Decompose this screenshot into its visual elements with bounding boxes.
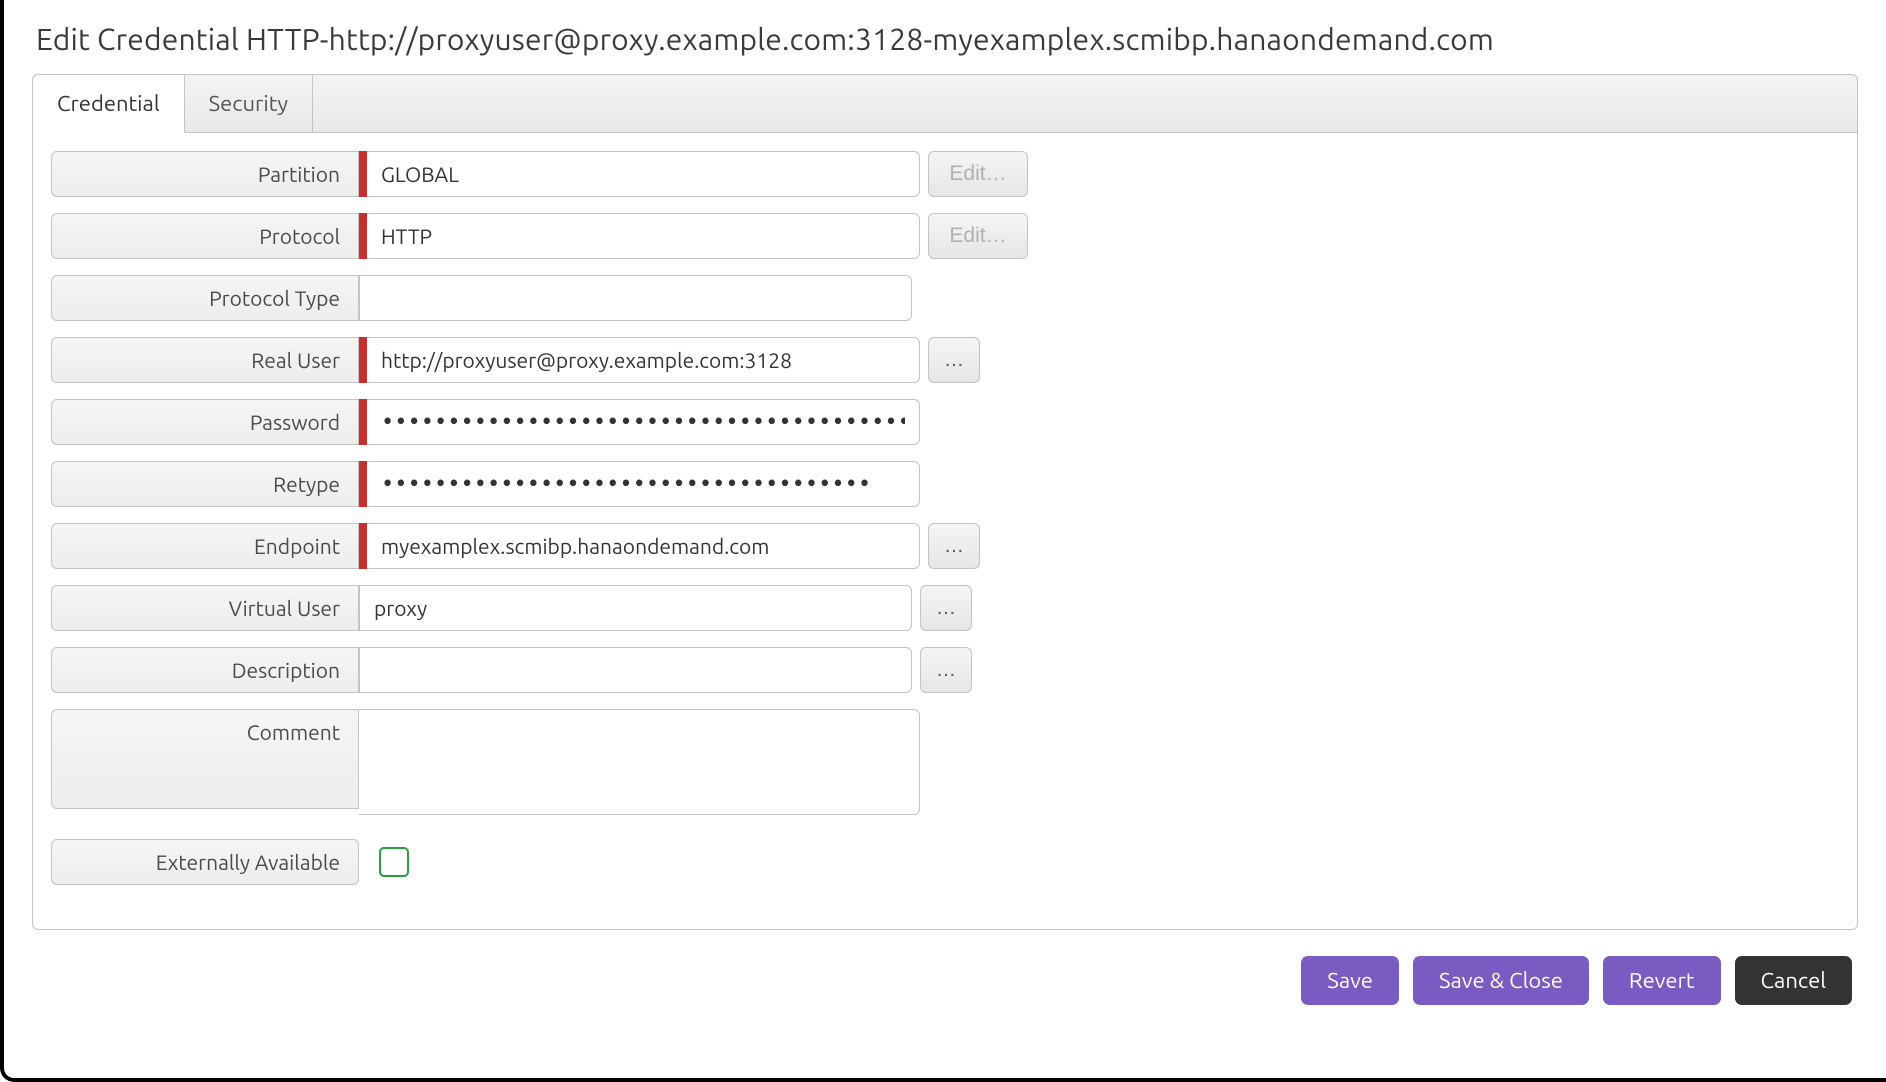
required-indicator [359,399,367,445]
field-protocol[interactable] [367,213,920,259]
input-comment[interactable] [373,720,905,800]
field-comment[interactable] [359,709,920,815]
save-button[interactable]: Save [1301,956,1399,1005]
checkbox-externally-available[interactable] [379,847,409,877]
input-virtual-user[interactable] [374,596,897,620]
browse-description-button[interactable]: … [920,647,972,693]
browse-button-label: … [944,535,964,558]
button-bar: Save Save & Close Revert Cancel [32,956,1858,1005]
tab-security[interactable]: Security [185,75,313,132]
row-protocol-type: Protocol Type [51,275,1839,321]
input-description[interactable] [374,658,897,682]
row-description: Description … [51,647,1839,693]
row-password: Password •••••••••••••••••••••••••••••••… [51,399,1839,445]
save-button-label: Save [1327,968,1373,993]
tab-bar: Credential Security [33,75,1857,133]
browse-endpoint-button[interactable]: … [928,523,980,569]
row-virtual-user: Virtual User … [51,585,1839,631]
tab-body-credential: Partition Edit… Protocol Edit… [33,133,1857,929]
required-indicator [359,337,367,383]
input-endpoint[interactable] [381,534,905,558]
required-indicator [359,523,367,569]
row-protocol: Protocol Edit… [51,213,1839,259]
field-endpoint[interactable] [367,523,920,569]
label-protocol: Protocol [51,213,359,259]
edit-button-label: Edit… [949,162,1006,186]
edit-protocol-button[interactable]: Edit… [928,213,1028,259]
edit-partition-button[interactable]: Edit… [928,151,1028,197]
cancel-button[interactable]: Cancel [1735,956,1852,1005]
label-externally-available: Externally Available [51,839,359,885]
browse-virtual-user-button[interactable]: … [920,585,972,631]
input-password[interactable]: •••••••••••••••••••••••••••••••••••••••• [381,410,905,435]
tab-container: Credential Security Partition Edit… Prot… [32,74,1858,930]
input-protocol-type[interactable] [374,286,897,310]
tab-security-label: Security [209,91,288,116]
required-indicator [359,213,367,259]
field-description[interactable] [359,647,912,693]
label-real-user: Real User [51,337,359,383]
save-close-button[interactable]: Save & Close [1413,956,1589,1005]
row-partition: Partition Edit… [51,151,1839,197]
row-retype: Retype •••••••••••••••••••••••••••••••••… [51,461,1839,507]
save-close-button-label: Save & Close [1439,968,1563,993]
row-comment: Comment [51,709,1839,815]
required-indicator [359,461,367,507]
revert-button[interactable]: Revert [1603,956,1721,1005]
tab-credential-label: Credential [57,91,160,116]
field-partition[interactable] [367,151,920,197]
edit-button-label: Edit… [949,224,1006,248]
browse-button-label: … [936,659,956,682]
field-protocol-type[interactable] [359,275,912,321]
label-virtual-user: Virtual User [51,585,359,631]
label-endpoint: Endpoint [51,523,359,569]
field-virtual-user[interactable] [359,585,912,631]
label-partition: Partition [51,151,359,197]
browse-button-label: … [936,597,956,620]
browse-button-label: … [944,349,964,372]
input-protocol[interactable] [381,224,905,248]
revert-button-label: Revert [1629,968,1695,993]
label-description: Description [51,647,359,693]
cancel-button-label: Cancel [1761,968,1826,993]
input-retype[interactable]: ••••••••••••••••••••••••••••••••••••• [381,472,871,497]
field-retype[interactable]: ••••••••••••••••••••••••••••••••••••• [367,461,920,507]
label-comment: Comment [51,709,359,809]
label-protocol-type: Protocol Type [51,275,359,321]
label-retype: Retype [51,461,359,507]
page-title: Edit Credential HTTP-http://proxyuser@pr… [36,22,1858,56]
tab-credential[interactable]: Credential [33,75,185,133]
dialog-edit-credential: Edit Credential HTTP-http://proxyuser@pr… [0,0,1886,1082]
browse-real-user-button[interactable]: … [928,337,980,383]
field-password[interactable]: •••••••••••••••••••••••••••••••••••••••• [367,399,920,445]
row-endpoint: Endpoint … [51,523,1839,569]
label-password: Password [51,399,359,445]
input-partition[interactable] [381,162,905,186]
input-real-user[interactable] [381,348,905,372]
field-real-user[interactable] [367,337,920,383]
row-externally-available: Externally Available [51,839,1839,885]
row-real-user: Real User … [51,337,1839,383]
required-indicator [359,151,367,197]
